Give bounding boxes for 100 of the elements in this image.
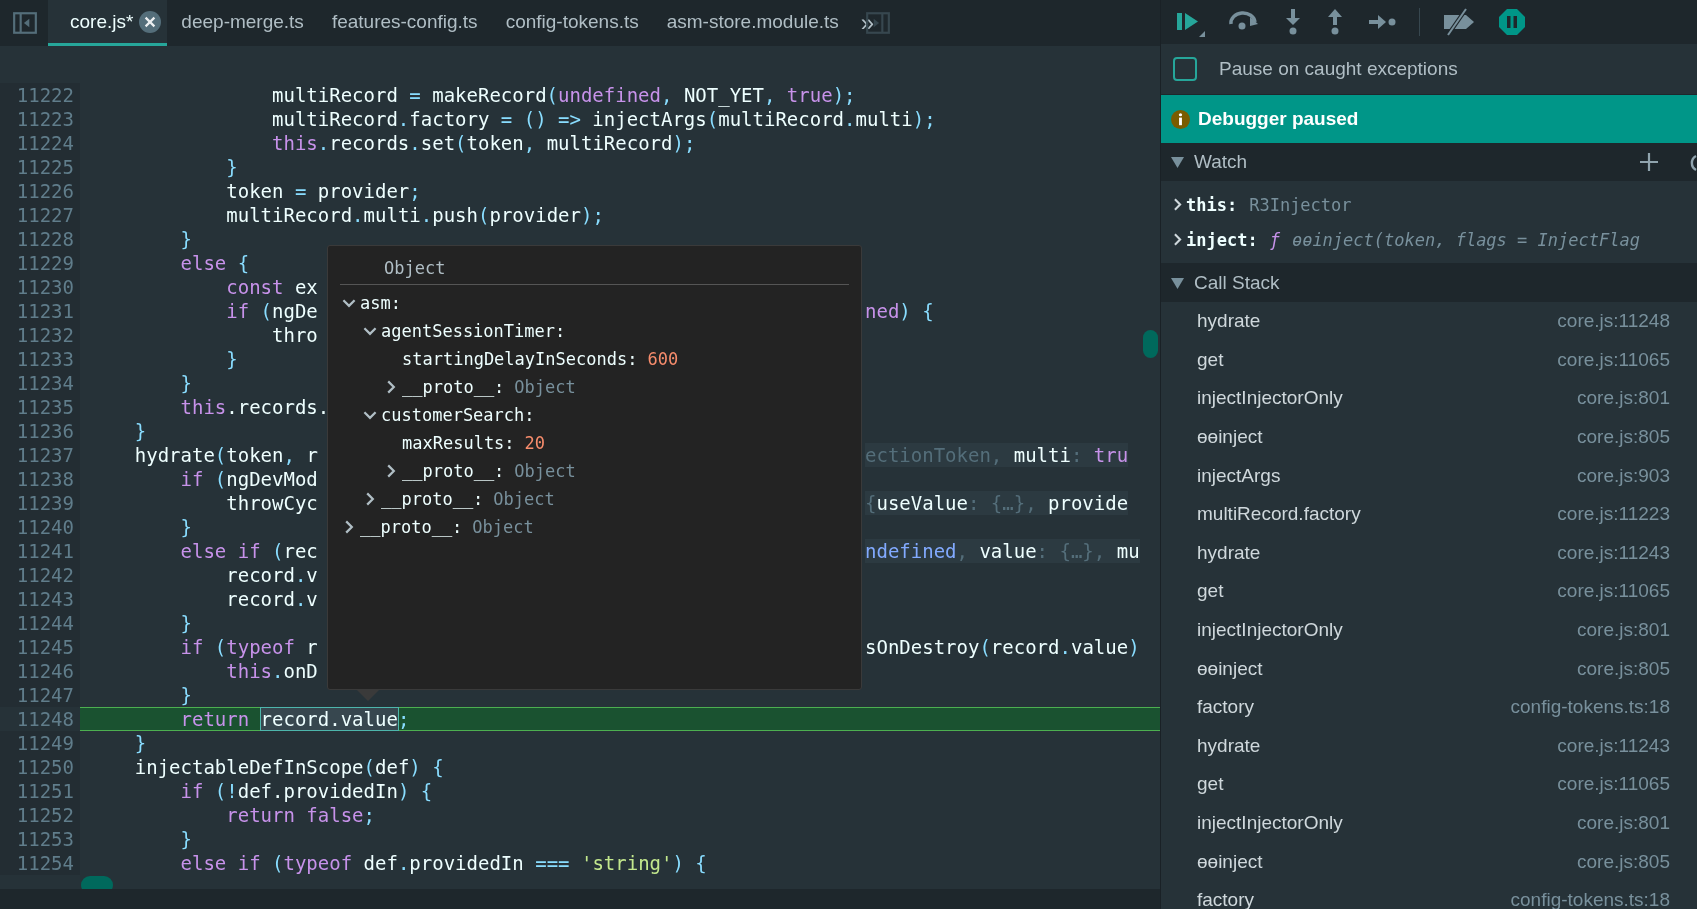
checkbox-label: Pause on caught exceptions	[1219, 58, 1458, 80]
call-frame[interactable]: injectArgs core.js:903	[1161, 456, 1697, 495]
call-frame[interactable]: ɵɵinject core.js:805	[1161, 649, 1697, 688]
property-value: Object	[514, 461, 576, 481]
caret-icon[interactable]	[1171, 277, 1184, 289]
property-key: asm:	[360, 293, 401, 313]
line-number: 11229	[0, 251, 80, 275]
line-number: 11222	[0, 83, 80, 107]
property-value: Object	[514, 377, 576, 397]
scrollbar-thumb[interactable]	[81, 876, 113, 889]
call-frame[interactable]: hydrate core.js:11248	[1161, 302, 1697, 341]
file-tab[interactable]: features-config.ts	[317, 0, 492, 46]
watch-name: inject:	[1186, 229, 1258, 250]
line-number: 11239	[0, 491, 80, 515]
line-number: 11250	[0, 755, 80, 779]
line-number: 11254	[0, 851, 80, 875]
code-line: }	[225, 155, 238, 179]
checkbox[interactable]	[1173, 57, 1197, 81]
code-line: }	[179, 371, 192, 395]
horizontal-scrollbar[interactable]	[0, 889, 1160, 909]
inline-value-preview: {useValue: {…}, provide	[865, 491, 1129, 515]
file-tab[interactable]: deep-merge.ts	[167, 0, 318, 46]
code-line: else if (rec	[179, 539, 318, 563]
property-key: startingDelayInSeconds:	[402, 349, 638, 369]
code-line: if (typeof r	[179, 635, 318, 659]
section-title[interactable]: Call Stack	[1194, 272, 1280, 294]
call-frame[interactable]: injectInjectorOnly core.js:801	[1161, 610, 1697, 650]
line-number: 11244	[0, 611, 80, 635]
property-value: Object	[472, 517, 534, 537]
info-icon	[1171, 109, 1190, 129]
step-icon[interactable]	[1367, 12, 1397, 32]
property-key: __proto__:	[360, 517, 463, 537]
line-number: 11228	[0, 227, 80, 251]
code-line: record.v	[225, 587, 318, 611]
section-title[interactable]: Watch	[1194, 151, 1248, 173]
scrollbar-thumb[interactable]	[1143, 330, 1158, 358]
line-number: 11227	[0, 203, 80, 227]
banner-text: Debugger paused	[1198, 108, 1359, 130]
pause-on-exceptions-icon[interactable]	[1498, 8, 1526, 36]
line-number: 11252	[0, 803, 80, 827]
code-line: else {	[179, 251, 250, 275]
deactivate-breakpoints-icon[interactable]	[1442, 7, 1476, 37]
call-frame[interactable]: get core.js:11065	[1161, 765, 1697, 804]
call-frame[interactable]: hydrate core.js:11243	[1161, 533, 1697, 573]
call-frame[interactable]: factory config-tokens.ts:18	[1161, 687, 1697, 727]
line-number: 11251	[0, 779, 80, 803]
line-number: 11223	[0, 107, 80, 131]
sidebar-toggle-icon[interactable]	[12, 10, 38, 36]
code-line: }	[225, 347, 238, 371]
line-number: 11234	[0, 371, 80, 395]
file-tab[interactable]: core.js*	[48, 0, 168, 46]
property-key: __proto__:	[381, 489, 484, 509]
property-value: 20	[524, 433, 546, 453]
line-number: 11242	[0, 563, 80, 587]
inline-value-preview: ectionToken, multi: tru	[865, 443, 1129, 467]
call-frame[interactable]: get core.js:11065	[1161, 572, 1697, 611]
call-frame[interactable]: injectInjectorOnly core.js:801	[1161, 803, 1697, 843]
call-frame[interactable]: ɵɵinject core.js:805	[1161, 417, 1697, 457]
file-tab[interactable]: asm-store.module.ts	[652, 0, 853, 46]
code-line: }	[179, 611, 192, 635]
code-line: }	[179, 683, 192, 707]
call-frame[interactable]: multiRecord.factory core.js:11223	[1161, 494, 1697, 534]
call-frame[interactable]: ɵɵinject core.js:805	[1161, 842, 1697, 881]
close-icon[interactable]	[139, 10, 162, 33]
code-line: token = provider;	[225, 179, 421, 203]
line-number: 11240	[0, 515, 80, 539]
code-line: record.v	[225, 563, 318, 587]
code-line: }	[133, 731, 147, 755]
property-value: Object	[493, 489, 555, 509]
line-number: 11230	[0, 275, 80, 299]
line-number: 11243	[0, 587, 80, 611]
code-line: thro	[271, 323, 318, 347]
tooltip-title: Object	[340, 254, 849, 285]
add-icon[interactable]	[1639, 152, 1659, 172]
code-line: multiRecord = makeRecord(undefined, NOT_YET, true);	[271, 83, 856, 107]
tab-overflow-button[interactable]: »	[852, 9, 883, 37]
caret-icon[interactable]	[1171, 156, 1184, 168]
call-frame[interactable]: get core.js:11065	[1161, 340, 1697, 380]
code-line: sOnDestroy(record.value)	[865, 635, 1140, 659]
property-key: customerSearch:	[381, 405, 535, 425]
property-key: maxResults:	[402, 433, 515, 453]
line-number: 11232	[0, 323, 80, 347]
code-line: return false;	[225, 803, 375, 827]
call-frame[interactable]: injectInjectorOnly core.js:801	[1161, 379, 1697, 418]
watch-value: R3Injector	[1249, 194, 1352, 215]
line-number: 11231	[0, 299, 80, 323]
code-line: const ex	[225, 275, 318, 299]
property-key: __proto__:	[402, 377, 505, 397]
line-number: 11241	[0, 539, 80, 563]
code-line: }	[133, 419, 147, 443]
line-number: 11238	[0, 467, 80, 491]
line-number: 11253	[0, 827, 80, 851]
step-out-icon[interactable]	[1325, 7, 1345, 37]
call-frame[interactable]: hydrate core.js:11243	[1161, 726, 1697, 766]
line-number: 11246	[0, 659, 80, 683]
line-number: 11233	[0, 347, 80, 371]
file-tab[interactable]: config-tokens.ts	[491, 0, 653, 46]
code-line: multiRecord.multi.push(provider);	[225, 203, 604, 227]
code-line: }	[179, 227, 192, 251]
line-number: 11247	[0, 683, 80, 707]
